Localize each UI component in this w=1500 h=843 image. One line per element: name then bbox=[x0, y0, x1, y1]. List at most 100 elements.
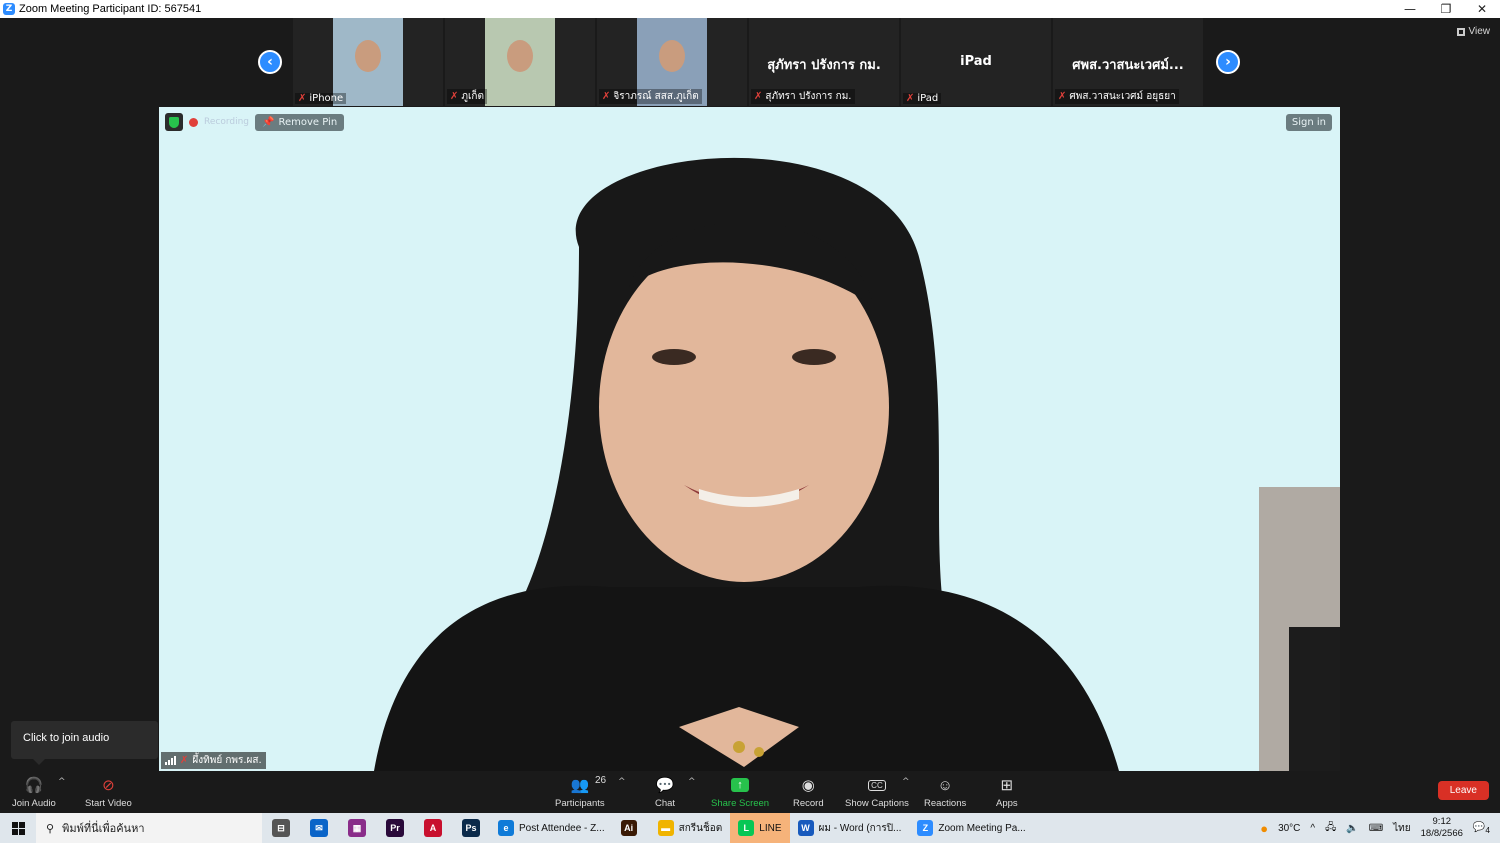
mic-muted-icon: ✗ bbox=[450, 91, 459, 102]
taskbar-app-icon: L bbox=[738, 820, 755, 836]
mail-icon-glyph: ✉ bbox=[310, 819, 328, 837]
taskbar-app[interactable]: L LINE bbox=[730, 813, 790, 843]
signal-bars-icon bbox=[165, 756, 176, 765]
recording-dot-icon bbox=[189, 117, 198, 127]
audio-options-caret-icon[interactable]: ^ bbox=[58, 777, 66, 787]
taskbar-app-label: LINE bbox=[759, 822, 782, 834]
close-button[interactable]: ✕ bbox=[1464, 0, 1500, 18]
apps-button[interactable]: ⊞ Apps bbox=[996, 775, 1018, 809]
reactions-icon: ☺ bbox=[937, 776, 953, 794]
mic-muted-icon: ✗ bbox=[180, 755, 189, 766]
participant-tile[interactable]: ศพส.วาสนะเวศม์... ✗ ศพส.วาสนะเวศม์ อยุธยา bbox=[1053, 18, 1203, 106]
start-button[interactable] bbox=[0, 821, 36, 835]
participant-tile[interactable]: ✗ iPhone bbox=[293, 18, 443, 106]
grid-view-icon bbox=[1456, 27, 1465, 36]
photoshop-icon-glyph: Ps bbox=[462, 819, 480, 837]
record-button[interactable]: ◉ Record bbox=[793, 775, 824, 809]
reactions-label: Reactions bbox=[924, 798, 967, 809]
photoshop-icon[interactable]: Ps bbox=[452, 813, 490, 843]
participant-tile[interactable]: ✗ ภูเก็ต bbox=[445, 18, 595, 106]
participant-strip: ✗ iPhone ✗ ภูเก็ต ✗ จิราภรณ์ สสส.ภูเก็ต สุภัทร… bbox=[293, 18, 1203, 106]
mic-muted-icon: ✗ bbox=[602, 91, 611, 102]
view-label: View bbox=[1468, 26, 1491, 37]
participants-button[interactable]: 👥 Participants 26 bbox=[555, 775, 607, 809]
captions-caret-icon[interactable]: ^ bbox=[902, 777, 910, 787]
remove-pin-button[interactable]: 📌 Remove Pin bbox=[255, 113, 345, 131]
participants-caret-icon[interactable]: ^ bbox=[618, 777, 626, 787]
windows-logo-icon bbox=[11, 821, 25, 835]
taskbar-app-icon: Z bbox=[917, 820, 934, 836]
taskbar-search-box[interactable]: ⚲ พิมพ์ที่นี่เพื่อค้นหา bbox=[36, 813, 262, 843]
main-video[interactable]: Recording 📌 Remove Pin Sign in ✗ ผึ้งทิพ… bbox=[159, 107, 1340, 771]
participants-label: Participants bbox=[555, 798, 605, 809]
acrobat-icon[interactable]: A bbox=[414, 813, 452, 843]
participant-big-name: iPad bbox=[960, 54, 992, 69]
taskbar-app[interactable]: W ผม - Word (การปิ... bbox=[790, 813, 910, 843]
mail-icon[interactable]: ✉ bbox=[300, 813, 338, 843]
taskbar-app[interactable]: Ai bbox=[613, 813, 650, 843]
participant-big-name: สุภัทรา ปรังการ กม. bbox=[767, 58, 881, 73]
task-view-icon-glyph: ⊟ bbox=[272, 819, 290, 837]
window-title: Zoom Meeting Participant ID: 567541 bbox=[19, 3, 202, 15]
taskbar-clock[interactable]: 9:12 18/8/2566 bbox=[1421, 816, 1463, 840]
premiere-icon[interactable]: Pr bbox=[376, 813, 414, 843]
sign-in-button[interactable]: Sign in bbox=[1285, 114, 1332, 131]
taskbar-app-icon: e bbox=[498, 820, 514, 836]
taskbar-app[interactable]: Z Zoom Meeting Pa... bbox=[909, 813, 1033, 843]
participant-name: ✗ ศพส.วาสนะเวศม์ อยุธยา bbox=[1055, 89, 1179, 104]
network-icon[interactable]: 🖧 bbox=[1325, 820, 1336, 837]
meeting-toolbar: 🎧 Join Audio ^ ⊘ Start Video 👥 Participa… bbox=[0, 771, 1500, 813]
headphones-icon: 🎧 bbox=[24, 777, 44, 794]
show-captions-button[interactable]: CC Show Captions bbox=[845, 775, 909, 809]
share-screen-label: Share Screen bbox=[711, 798, 770, 809]
winrar-icon[interactable]: ▦ bbox=[338, 813, 376, 843]
mic-muted-icon: ✗ bbox=[298, 93, 307, 104]
reactions-button[interactable]: ☺ Reactions bbox=[924, 775, 967, 810]
taskbar-app-icon: W bbox=[797, 820, 814, 836]
pinned-apps: ⊟ ✉ ▦ Pr A Ps bbox=[262, 813, 490, 843]
participant-tile[interactable]: ✗ จิราภรณ์ สสส.ภูเก็ต bbox=[597, 18, 747, 106]
mic-muted-icon: ✗ bbox=[1058, 91, 1067, 102]
restore-button[interactable]: ❐ bbox=[1428, 0, 1464, 18]
premiere-icon-glyph: Pr bbox=[386, 819, 404, 837]
participant-name-text: iPhone bbox=[309, 93, 344, 104]
taskbar-app[interactable]: e Post Attendee - Z... bbox=[490, 813, 613, 843]
share-screen-icon: ↑ bbox=[731, 775, 750, 795]
weather-temp[interactable]: 30°C bbox=[1278, 823, 1300, 834]
keyboard-icon[interactable]: ⌨ bbox=[1369, 823, 1383, 834]
taskbar-app[interactable]: ▬ สกรีนช็อต bbox=[650, 813, 731, 843]
video-top-controls: Recording 📌 Remove Pin bbox=[165, 113, 345, 131]
chat-caret-icon[interactable]: ^ bbox=[688, 777, 696, 787]
start-video-button[interactable]: ⊘ Start Video bbox=[85, 775, 132, 809]
taskbar-app-label: Zoom Meeting Pa... bbox=[938, 822, 1026, 834]
participant-tile[interactable]: สุภัทรา ปรังการ กม. ✗ สุภัทรา ปรังการ กม. bbox=[749, 18, 899, 106]
volume-icon[interactable]: 🔈 bbox=[1346, 823, 1358, 834]
strip-prev-button[interactable]: ‹ bbox=[258, 50, 282, 74]
participant-tile[interactable]: iPad ✗ iPad bbox=[901, 18, 1051, 106]
taskbar-app-label: ผม - Word (การปิ... bbox=[818, 822, 902, 834]
notification-center-icon[interactable]: 💬4 bbox=[1473, 822, 1490, 835]
speaker-video-image bbox=[159, 107, 1340, 771]
participants-count: 26 bbox=[595, 775, 607, 786]
captions-icon: CC bbox=[868, 775, 886, 795]
main-participant-name: ✗ ผึ้งทิพย์ กพร.ผส. bbox=[161, 752, 266, 769]
show-captions-label: Show Captions bbox=[845, 798, 909, 809]
strip-next-button[interactable]: › bbox=[1216, 50, 1240, 74]
minimize-button[interactable]: — bbox=[1392, 0, 1428, 18]
input-language[interactable]: ไทย bbox=[1393, 821, 1410, 836]
record-label: Record bbox=[793, 798, 824, 809]
clock-time: 9:12 bbox=[1432, 816, 1452, 827]
record-icon: ◉ bbox=[801, 777, 815, 794]
share-screen-button[interactable]: ↑ Share Screen bbox=[711, 775, 769, 809]
participant-name-text: ศพส.วาสนะเวศม์ อยุธยา bbox=[1069, 91, 1176, 102]
clock-date: 18/8/2566 bbox=[1420, 828, 1463, 839]
chat-button[interactable]: 💬 Chat bbox=[655, 775, 675, 809]
task-view-icon[interactable]: ⊟ bbox=[262, 813, 300, 843]
view-button[interactable]: View bbox=[1456, 26, 1491, 37]
system-tray: ● 30°C ^ 🖧 🔈 ⌨ ไทย 9:12 18/8/2566 💬4 bbox=[1260, 813, 1500, 843]
tray-overflow-icon[interactable]: ^ bbox=[1310, 823, 1315, 834]
windows-taskbar: ⚲ พิมพ์ที่นี่เพื่อค้นหา ⊟ ✉ ▦ Pr A Ps e Post A… bbox=[0, 813, 1500, 843]
leave-button[interactable]: Leave bbox=[1437, 781, 1489, 800]
join-audio-button[interactable]: 🎧 Join Audio bbox=[12, 775, 56, 809]
chat-label: Chat bbox=[655, 798, 676, 809]
